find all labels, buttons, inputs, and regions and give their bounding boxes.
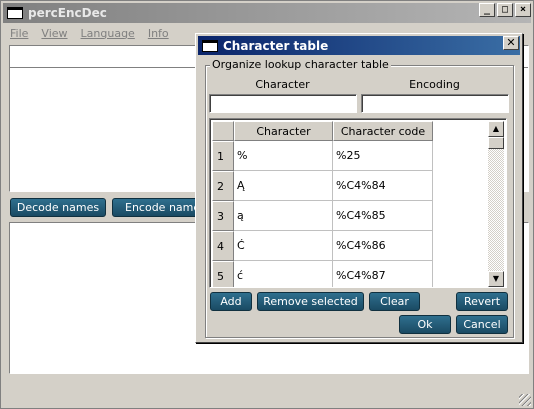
character-table: Character Character code 1 % %25 2 Ą %C4…	[209, 118, 507, 288]
table-corner-header[interactable]	[212, 121, 234, 141]
app-window-icon	[7, 7, 23, 19]
character-cell[interactable]: Ą	[234, 171, 333, 201]
menu-file[interactable]: File	[3, 27, 34, 40]
app-title: percEncDec	[28, 6, 107, 20]
encode-names-button[interactable]: Encode names	[112, 198, 198, 217]
character-code-cell[interactable]: %C4%86	[333, 231, 433, 261]
character-code-cell[interactable]: %C4%87	[333, 261, 433, 287]
scrollbar-thumb[interactable]	[488, 137, 504, 149]
table-header-character[interactable]: Character	[234, 121, 333, 141]
scroll-down-icon[interactable]: ▼	[488, 271, 504, 287]
main-titlebar[interactable]: percEncDec	[3, 3, 531, 23]
row-number[interactable]: 5	[212, 261, 234, 287]
character-code-cell[interactable]: %C4%84	[333, 171, 433, 201]
status-bar	[3, 383, 531, 407]
dialog-close-icon[interactable]: ✕	[503, 36, 519, 50]
cancel-button[interactable]: Cancel	[456, 315, 508, 334]
character-cell[interactable]: ć	[234, 261, 333, 287]
character-cell[interactable]: Ć	[234, 231, 333, 261]
dialog-title: Character table	[223, 38, 329, 53]
clear-button[interactable]: Clear	[369, 292, 420, 311]
row-number[interactable]: 3	[212, 201, 234, 231]
character-input[interactable]	[209, 94, 357, 113]
row-number[interactable]: 4	[212, 231, 234, 261]
character-label: Character	[255, 78, 310, 91]
character-cell[interactable]: ą	[234, 201, 333, 231]
character-cell[interactable]: %	[234, 141, 333, 171]
ok-button[interactable]: Ok	[399, 315, 451, 334]
maximize-icon[interactable]: □	[497, 3, 513, 17]
menu-info[interactable]: Info	[141, 27, 175, 40]
remove-selected-button[interactable]: Remove selected	[257, 292, 364, 311]
table-header-character-code[interactable]: Character code	[333, 121, 433, 141]
revert-button[interactable]: Revert	[456, 292, 508, 311]
character-table-dialog: Character table ✕ Organize lookup charac…	[195, 33, 523, 343]
menu-language[interactable]: Language	[74, 27, 141, 40]
dialog-titlebar[interactable]: Character table	[198, 36, 520, 55]
character-code-cell[interactable]: %C4%85	[333, 201, 433, 231]
row-number[interactable]: 1	[212, 141, 234, 171]
character-code-cell[interactable]: %25	[333, 141, 433, 171]
minimize-icon[interactable]: _	[479, 3, 495, 17]
row-number[interactable]: 2	[212, 171, 234, 201]
table-vertical-scrollbar[interactable]: ▲ ▼	[488, 121, 504, 287]
add-button[interactable]: Add	[210, 292, 252, 311]
dialog-window-icon	[202, 39, 218, 52]
close-icon[interactable]: ×	[515, 3, 531, 17]
decode-names-button[interactable]: Decode names	[10, 198, 106, 217]
groupbox-title: Organize lookup character table	[210, 58, 391, 71]
scroll-up-icon[interactable]: ▲	[488, 121, 504, 137]
encoding-label: Encoding	[409, 78, 460, 91]
encoding-input[interactable]	[361, 94, 509, 113]
menu-view[interactable]: View	[34, 27, 73, 40]
resize-grip-icon[interactable]	[519, 394, 531, 406]
menubar: File View Language Info	[3, 24, 175, 42]
window-controls: _ □ ×	[479, 3, 531, 17]
